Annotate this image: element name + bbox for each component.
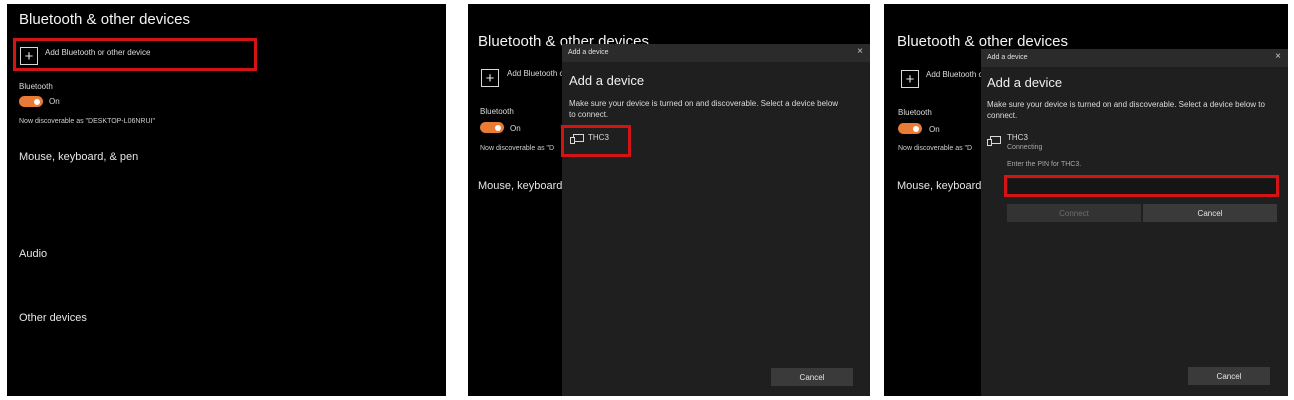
- connect-button[interactable]: Connect: [1007, 204, 1141, 222]
- plus-icon[interactable]: +: [481, 69, 499, 87]
- section-mouse-keyboard: Mouse, keyboard: [897, 180, 982, 192]
- add-device-dialog: Add a device × Add a device Make sure yo…: [561, 44, 870, 396]
- bluetooth-toggle[interactable]: [19, 96, 43, 107]
- cancel-button-bottom[interactable]: Cancel: [1188, 367, 1270, 385]
- bluetooth-label: Bluetooth: [480, 107, 514, 116]
- page-title: Bluetooth & other devices: [19, 11, 190, 28]
- highlight-box: [561, 125, 631, 157]
- section-mouse-keyboard-pen: Mouse, keyboard, & pen: [19, 151, 139, 163]
- bluetooth-toggle[interactable]: [898, 123, 922, 134]
- highlight-box: [13, 38, 257, 71]
- bluetooth-label: Bluetooth: [19, 82, 53, 91]
- dialog-caption: Add a device: [568, 49, 609, 56]
- dialog-caption: Add a device: [987, 54, 1028, 61]
- dialog-heading: Add a device: [987, 75, 1063, 90]
- page-title: Bluetooth & other devices: [897, 33, 1068, 50]
- section-audio: Audio: [19, 248, 48, 260]
- add-device-dialog: Add a device × Add a device Make sure yo…: [981, 49, 1288, 396]
- section-mouse-keyboard: Mouse, keyboard: [478, 180, 563, 192]
- section-other-devices: Other devices: [19, 312, 87, 324]
- close-icon[interactable]: ×: [1275, 51, 1281, 62]
- close-icon[interactable]: ×: [857, 46, 863, 57]
- device-item-thc3[interactable]: THC3 Connecting: [985, 131, 1145, 157]
- toggle-knob: [495, 124, 501, 131]
- discoverable-text: Now discoverable as "D: [898, 145, 973, 152]
- pin-prompt: Enter the PIN for THC3.: [1007, 161, 1082, 168]
- bluetooth-label: Bluetooth: [898, 108, 932, 117]
- toggle-knob: [34, 98, 40, 105]
- add-device-label: Add Bluetooth c: [926, 70, 983, 79]
- device-icon: [987, 136, 1001, 146]
- cancel-button[interactable]: Cancel: [1143, 204, 1277, 222]
- settings-panel-3: Bluetooth & other devices + Add Bluetoot…: [884, 4, 1288, 396]
- dialog-instructions: Make sure your device is turned on and d…: [987, 100, 1265, 120]
- dialog-title-bar: Add a device ×: [981, 49, 1288, 67]
- add-device-label: Add Bluetooth c: [507, 69, 564, 78]
- dialog-heading: Add a device: [569, 73, 645, 88]
- device-name: THC3: [1007, 133, 1028, 142]
- plus-icon[interactable]: +: [901, 70, 919, 88]
- discoverable-text: Now discoverable as "D: [480, 145, 555, 152]
- bluetooth-toggle[interactable]: [480, 122, 504, 133]
- toggle-knob: [913, 125, 919, 132]
- toggle-state-label: On: [510, 124, 521, 133]
- dialog-title-bar: Add a device ×: [562, 44, 870, 62]
- settings-panel-2: Bluetooth & other devices + Add Bluetoot…: [468, 4, 870, 396]
- toggle-state-label: On: [49, 97, 60, 106]
- discoverable-text: Now discoverable as "DESKTOP-L06NRUI": [19, 118, 155, 125]
- device-status: Connecting: [1007, 144, 1043, 151]
- toggle-state-label: On: [929, 125, 940, 134]
- cancel-button[interactable]: Cancel: [771, 368, 853, 386]
- settings-panel-1: Bluetooth & other devices + Add Bluetoot…: [7, 4, 446, 396]
- highlight-box: [1004, 175, 1279, 197]
- dialog-instructions: Make sure your device is turned on and d…: [569, 99, 839, 119]
